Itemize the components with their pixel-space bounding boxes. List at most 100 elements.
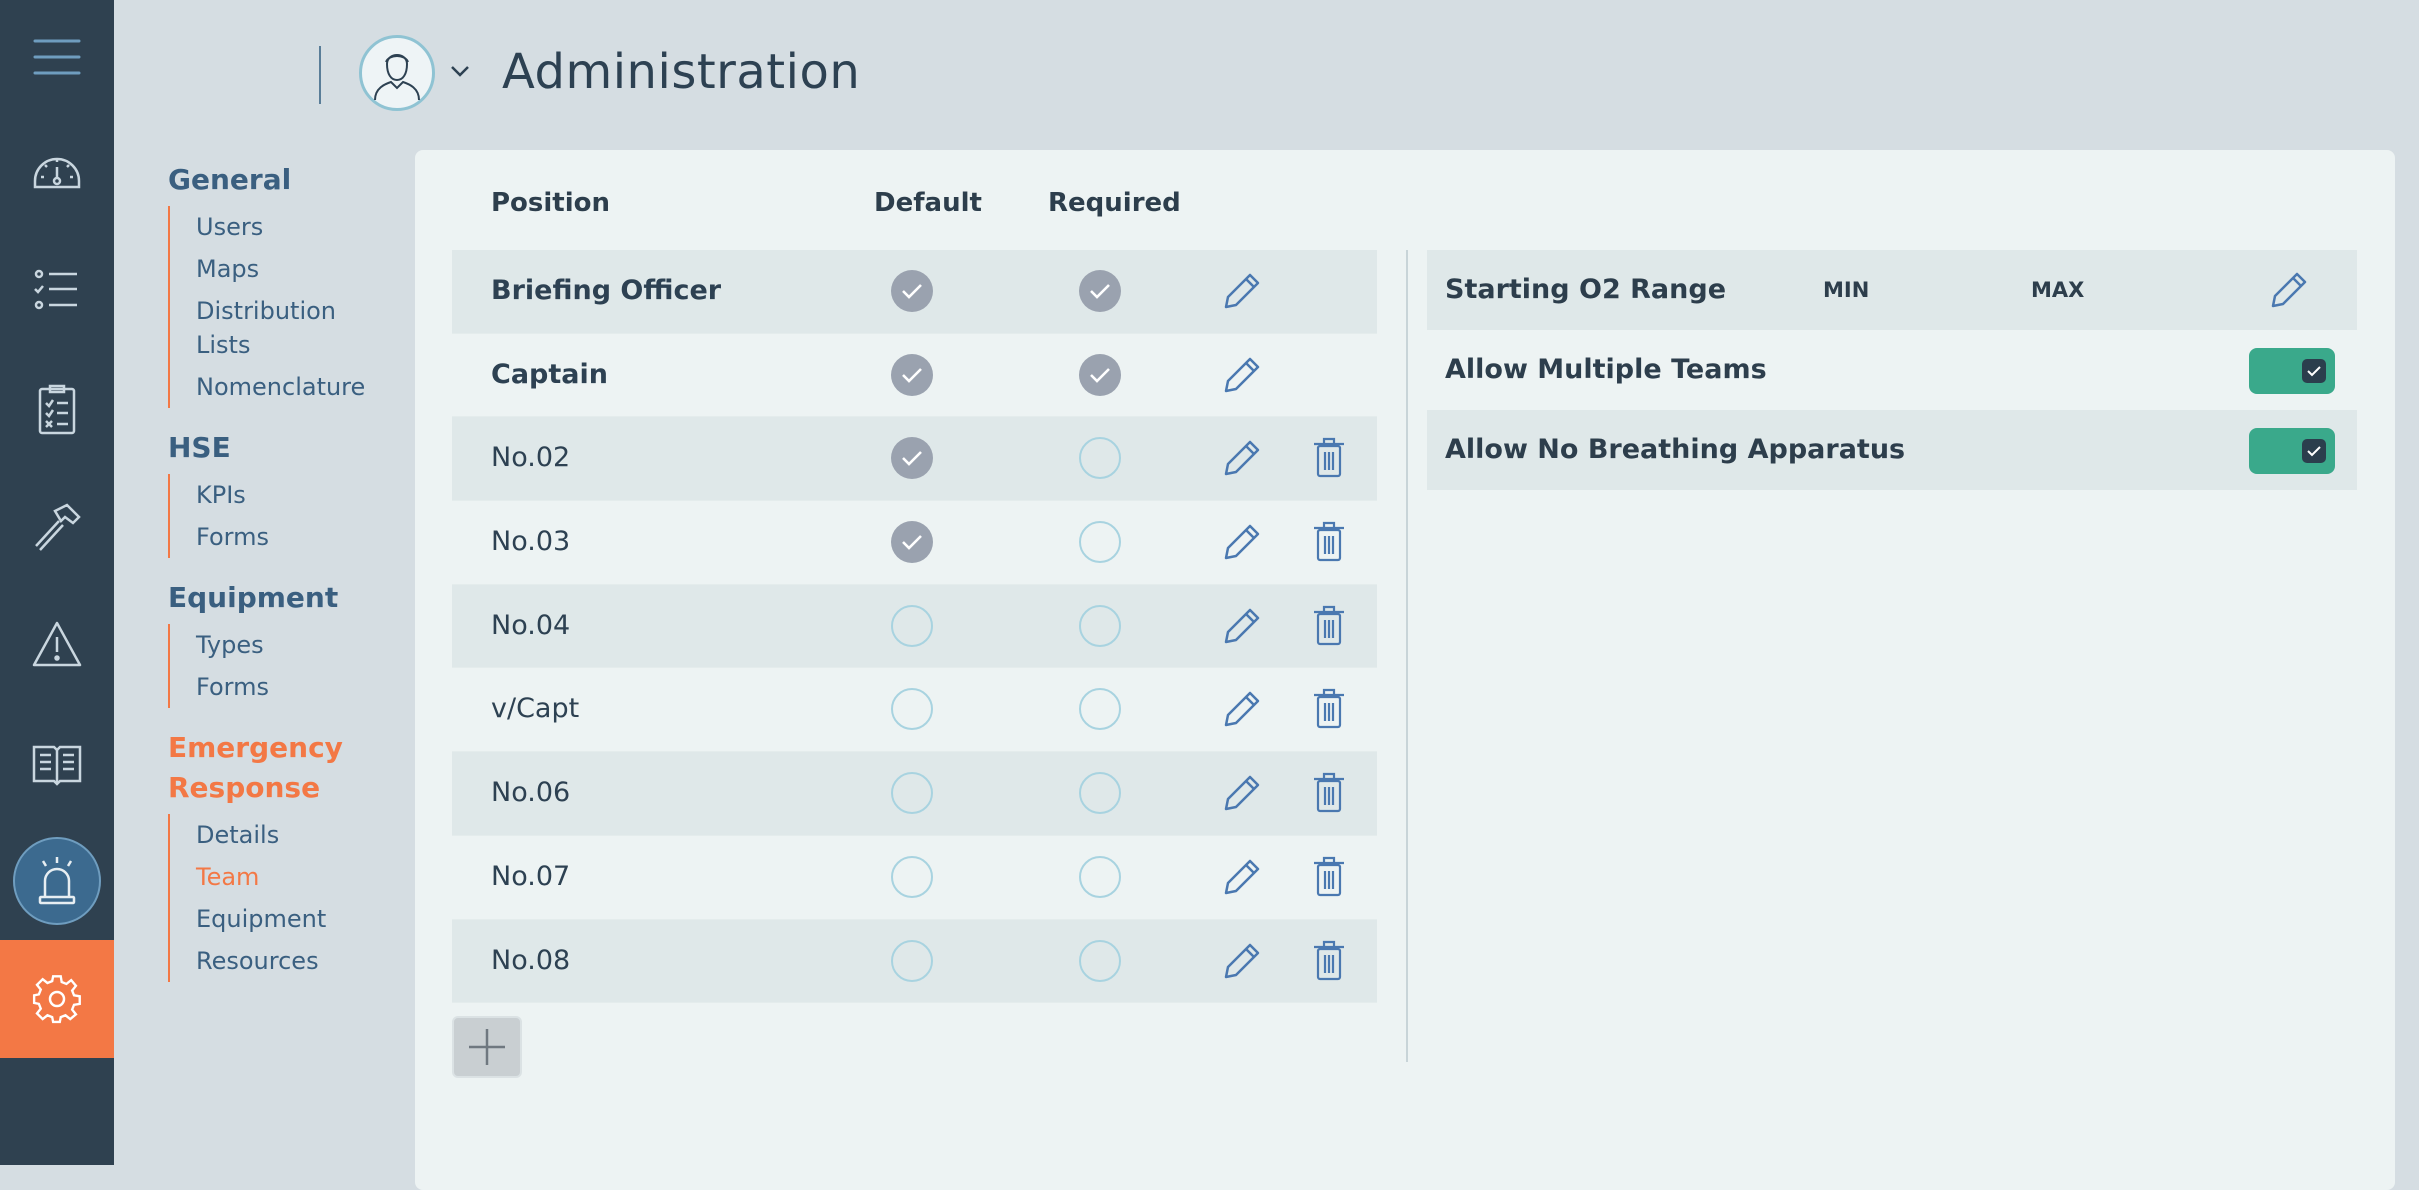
- team-settings-panel: Starting O2 Range MIN MAX Allow Multiple…: [1427, 250, 2357, 490]
- setting-row-o2-range: Starting O2 Range MIN MAX: [1427, 250, 2357, 330]
- trash-icon[interactable]: [1312, 939, 1346, 981]
- table-row: Briefing Officer: [452, 250, 1377, 334]
- nav-group-general: General Users Maps Distribution Lists No…: [168, 160, 408, 408]
- nav-item-resources[interactable]: Resources: [196, 940, 386, 982]
- edit-o2-range-icon[interactable]: [2269, 270, 2309, 310]
- checkmark-icon: [2307, 446, 2321, 457]
- default-checkbox[interactable]: [891, 772, 933, 815]
- nav-item-team[interactable]: Team: [196, 856, 386, 898]
- required-checkbox[interactable]: [1079, 939, 1121, 982]
- rail-item-alerts[interactable]: [0, 590, 114, 700]
- nav-list-emergency-response: Details Team Equipment Resources: [168, 814, 408, 982]
- default-checkbox[interactable]: [891, 939, 933, 982]
- allow-multiple-teams-toggle[interactable]: [2249, 348, 2335, 394]
- nav-item-maps[interactable]: Maps: [196, 248, 386, 290]
- trash-icon[interactable]: [1312, 855, 1346, 897]
- setting-row-no-breathing-apparatus: Allow No Breathing Apparatus: [1427, 410, 2357, 490]
- hammer-icon: [35, 503, 81, 551]
- position-name: v/Capt: [491, 693, 580, 725]
- trash-icon[interactable]: [1312, 771, 1346, 813]
- nav-item-distribution-lists[interactable]: Distribution Lists: [196, 290, 386, 366]
- nav-group-hse: HSE KPIs Forms: [168, 428, 408, 558]
- table-row: No.06: [452, 752, 1377, 836]
- edit-pencil-icon[interactable]: [1222, 857, 1262, 897]
- position-name: No.02: [491, 442, 571, 474]
- allow-no-ba-toggle[interactable]: [2249, 428, 2335, 474]
- rail-item-settings[interactable]: [0, 940, 114, 1058]
- edit-pencil-icon[interactable]: [1222, 773, 1262, 813]
- rail-item-tasks[interactable]: [0, 354, 114, 464]
- required-checkbox[interactable]: [1079, 521, 1121, 564]
- active-indicator: [13, 837, 101, 925]
- edit-pencil-icon[interactable]: [1222, 271, 1262, 311]
- column-header-default: Default: [874, 188, 982, 218]
- edit-pencil-icon[interactable]: [1222, 438, 1262, 478]
- default-checkbox[interactable]: [891, 688, 933, 731]
- required-checkbox[interactable]: [1079, 772, 1121, 815]
- edit-pencil-icon[interactable]: [1222, 355, 1262, 395]
- rail-item-manuals[interactable]: [0, 708, 114, 818]
- default-checkbox[interactable]: [891, 270, 933, 312]
- required-checkbox[interactable]: [1079, 353, 1121, 396]
- table-row: No.04: [452, 584, 1377, 669]
- menu-button[interactable]: [0, 2, 114, 112]
- table-row: Captain: [452, 334, 1377, 418]
- required-checkbox[interactable]: [1079, 688, 1121, 731]
- default-checkbox[interactable]: [891, 437, 933, 480]
- default-checkbox[interactable]: [891, 855, 933, 898]
- trash-icon[interactable]: [1312, 604, 1346, 646]
- required-checkbox[interactable]: [1079, 855, 1121, 898]
- required-checkbox[interactable]: [1079, 604, 1121, 647]
- clipboard-icon: [38, 384, 76, 435]
- setting-row-multiple-teams: Allow Multiple Teams: [1427, 330, 2357, 410]
- checkmark-icon: [902, 284, 922, 299]
- nav-group-equipment: Equipment Types Forms: [168, 578, 408, 708]
- rail-item-tools[interactable]: [0, 472, 114, 582]
- trash-icon[interactable]: [1312, 687, 1346, 729]
- nav-item-types[interactable]: Types: [196, 624, 386, 666]
- default-checkbox[interactable]: [891, 353, 933, 396]
- nav-item-details[interactable]: Details: [196, 814, 386, 856]
- column-header-required: Required: [1048, 188, 1181, 218]
- nav-list-hse: KPIs Forms: [168, 474, 408, 558]
- edit-pencil-icon[interactable]: [1222, 606, 1262, 646]
- warning-icon: [32, 621, 82, 667]
- rail-item-dashboard[interactable]: [0, 118, 114, 228]
- list-icon: [34, 269, 77, 310]
- required-checkbox[interactable]: [1079, 270, 1121, 312]
- edit-pencil-icon[interactable]: [1222, 522, 1262, 562]
- default-checkbox[interactable]: [891, 521, 933, 564]
- nav-item-er-equipment[interactable]: Equipment: [196, 898, 386, 940]
- nav-heading-equipment[interactable]: Equipment: [168, 578, 408, 618]
- table-row: No.02: [452, 417, 1377, 502]
- trash-icon[interactable]: [1312, 436, 1346, 478]
- nav-group-emergency-response: Emergency Response Details Team Equipmen…: [168, 728, 408, 982]
- default-checkbox[interactable]: [891, 604, 933, 647]
- rail-item-checklists[interactable]: [0, 235, 114, 345]
- required-checkbox[interactable]: [1079, 437, 1121, 480]
- position-name: No.07: [491, 860, 571, 892]
- edit-pencil-icon[interactable]: [1222, 689, 1262, 729]
- edit-pencil-icon[interactable]: [1222, 941, 1262, 981]
- position-name: No.04: [491, 609, 571, 641]
- o2-range-label: Starting O2 Range: [1445, 274, 1727, 305]
- chevron-down-icon[interactable]: [449, 63, 471, 79]
- nav-item-equipment-forms[interactable]: Forms: [196, 666, 386, 708]
- checkmark-icon: [902, 367, 922, 383]
- nav-heading-general[interactable]: General: [168, 160, 408, 200]
- rail-item-emergency[interactable]: [0, 826, 114, 936]
- position-name: No.08: [491, 944, 571, 976]
- nav-item-kpis[interactable]: KPIs: [196, 474, 386, 516]
- add-position-button[interactable]: [452, 1016, 522, 1078]
- position-name: No.06: [491, 777, 571, 809]
- nav-heading-emergency-response[interactable]: Emergency Response: [168, 728, 408, 808]
- user-avatar[interactable]: [359, 35, 435, 111]
- nav-item-users[interactable]: Users: [196, 206, 386, 248]
- trash-icon[interactable]: [1312, 520, 1346, 562]
- nav-item-nomenclature[interactable]: Nomenclature: [196, 366, 386, 408]
- checkmark-icon: [2307, 366, 2321, 377]
- nav-heading-hse[interactable]: HSE: [168, 428, 408, 468]
- table-row: No.07: [452, 836, 1377, 920]
- nav-item-hse-forms[interactable]: Forms: [196, 516, 386, 558]
- panel-divider: [1406, 250, 1408, 1062]
